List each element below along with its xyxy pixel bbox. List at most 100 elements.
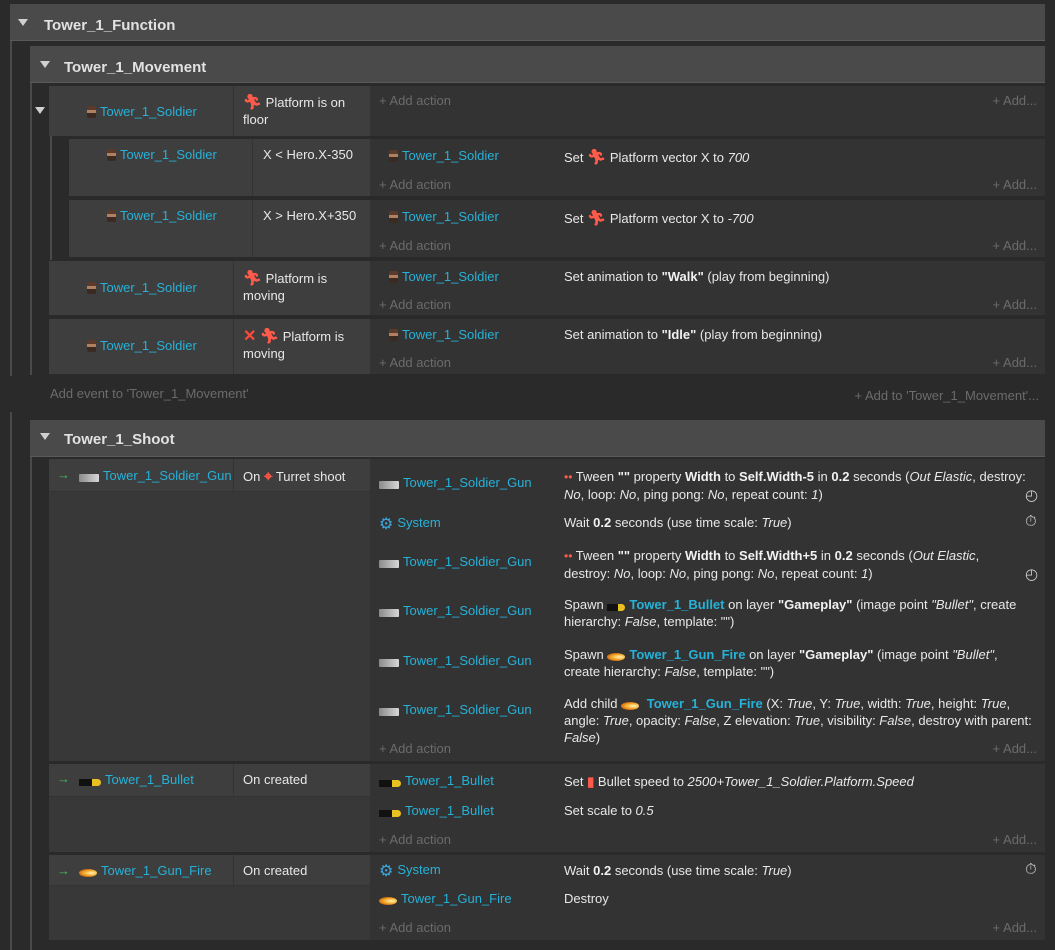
event-row[interactable]: Tower_1_Soldier ✕ 🏃︎ Platform is moving … xyxy=(49,319,1045,374)
column-divider xyxy=(553,459,554,735)
event-row[interactable]: → Tower_1_Gun_Fire On created ⚙ System Wa… xyxy=(49,855,1045,940)
add-action-link[interactable]: + Add action xyxy=(379,177,451,192)
condition-object[interactable]: Tower_1_Soldier xyxy=(87,280,197,295)
group-indent-line xyxy=(10,41,12,376)
add-more-link[interactable]: + Add... xyxy=(993,93,1037,108)
condition-cell[interactable]: On created xyxy=(234,855,370,885)
add-more-link[interactable]: + Add... xyxy=(993,177,1037,192)
condition-text: On ⌖ Turret shoot xyxy=(243,468,346,485)
condition-cell[interactable]: X > Hero.X+350 xyxy=(253,200,370,257)
tween-behavior-icon: •• xyxy=(564,549,573,563)
add-action-link[interactable]: + Add action xyxy=(379,741,451,756)
event-row[interactable]: → Tower_1_Bullet On created Tower_1_Bull… xyxy=(49,764,1045,852)
object-name: Tower_1_Soldier_Gun xyxy=(403,603,532,618)
add-event-link[interactable]: Add event to 'Tower_1_Movement' xyxy=(50,386,249,401)
add-action-link[interactable]: + Add action xyxy=(379,832,451,847)
event-row[interactable]: Tower_1_Soldier X < Hero.X-350 Tower_1_S… xyxy=(69,139,1045,196)
column-divider xyxy=(553,319,554,347)
action-object[interactable]: Tower_1_Soldier_Gun xyxy=(379,702,532,717)
platform-behavior-icon: 🏃︎ xyxy=(243,94,263,111)
collapse-triangle-icon[interactable] xyxy=(18,19,28,26)
object-name: Tower_1_Bullet xyxy=(105,772,194,787)
condition-object[interactable]: Tower_1_Soldier xyxy=(107,147,217,162)
condition-cell[interactable]: On ⌖ Turret shoot xyxy=(234,459,370,491)
event-row[interactable]: → Tower_1_Soldier_Gun On ⌖ Turret shoot … xyxy=(49,459,1045,761)
platform-behavior-icon: 🏃︎ xyxy=(587,210,607,227)
platform-behavior-icon: 🏃︎ xyxy=(243,270,263,287)
action-object[interactable]: Tower_1_Bullet xyxy=(379,773,494,788)
group-indent-line xyxy=(30,83,32,375)
collapse-triangle-icon[interactable] xyxy=(40,61,50,68)
add-more-link[interactable]: + Add... xyxy=(993,238,1037,253)
condition-object-cell[interactable]: → Tower_1_Bullet xyxy=(49,764,233,796)
action-object[interactable]: Tower_1_Soldier_Gun xyxy=(379,475,532,490)
condition-object-cell[interactable]: Tower_1_Soldier xyxy=(49,319,233,374)
platform-behavior-icon: 🏃︎ xyxy=(260,328,280,345)
condition-text: X < Hero.X-350 xyxy=(263,147,353,162)
group-header-movement[interactable]: Tower_1_Movement xyxy=(30,46,1045,83)
action-text: Set 🏃︎ Platform vector X to 700 xyxy=(564,149,750,166)
action-object[interactable]: Tower_1_Bullet xyxy=(379,803,494,818)
group-header-function[interactable]: Tower_1_Function xyxy=(10,4,1045,41)
event-row[interactable]: Tower_1_Soldier X > Hero.X+350 Tower_1_S… xyxy=(69,200,1045,257)
action-object[interactable]: ⚙ System xyxy=(379,861,441,881)
add-more-link[interactable]: + Add... xyxy=(993,741,1037,756)
action-object[interactable]: Tower_1_Gun_Fire xyxy=(379,891,512,906)
action-object[interactable]: Tower_1_Soldier_Gun xyxy=(379,653,532,668)
event-row[interactable]: Tower_1_Soldier 🏃︎ Platform is on floor … xyxy=(49,86,1045,136)
condition-object[interactable]: Tower_1_Gun_Fire xyxy=(79,863,212,878)
condition-object-cell[interactable]: Tower_1_Soldier xyxy=(69,139,252,196)
object-name: Tower_1_Soldier_Gun xyxy=(403,702,532,717)
condition-object[interactable]: Tower_1_Soldier_Gun xyxy=(79,468,232,483)
condition-text: ✕ 🏃︎ Platform is moving xyxy=(243,328,345,361)
condition-cell[interactable]: 🏃︎ Platform is moving xyxy=(234,261,370,315)
condition-object-cell[interactable]: Tower_1_Soldier xyxy=(69,200,252,257)
condition-cell[interactable]: ✕ 🏃︎ Platform is moving xyxy=(234,319,370,374)
add-more-link[interactable]: + Add... xyxy=(993,355,1037,370)
condition-area xyxy=(49,886,370,940)
action-object[interactable]: Tower_1_Soldier xyxy=(389,209,499,224)
condition-cell[interactable]: 🏃︎ Platform is on floor xyxy=(234,86,370,136)
action-object[interactable]: Tower_1_Soldier_Gun xyxy=(379,554,532,569)
object-name: Tower_1_Soldier_Gun xyxy=(403,475,532,490)
collapse-triangle-icon[interactable] xyxy=(35,107,45,114)
collapse-triangle-icon[interactable] xyxy=(40,433,50,440)
condition-object-cell[interactable]: → Tower_1_Soldier_Gun xyxy=(49,459,233,491)
action-text: Set scale to 0.5 xyxy=(564,803,654,818)
condition-object[interactable]: Tower_1_Bullet xyxy=(79,772,194,787)
add-action-link[interactable]: + Add action xyxy=(379,355,451,370)
action-object[interactable]: Tower_1_Soldier_Gun xyxy=(379,603,532,618)
action-text: Wait 0.2 seconds (use time scale: True) xyxy=(564,863,792,878)
group-header-shoot[interactable]: Tower_1_Shoot xyxy=(30,420,1045,457)
condition-object[interactable]: Tower_1_Soldier xyxy=(107,208,217,223)
soldier-icon xyxy=(107,210,116,222)
action-object[interactable]: Tower_1_Soldier xyxy=(389,269,499,284)
turret-behavior-icon: ⌖ xyxy=(263,468,273,485)
action-object[interactable]: ⚙ System xyxy=(379,514,441,534)
add-action-link[interactable]: + Add action xyxy=(379,920,451,935)
condition-object-cell[interactable]: → Tower_1_Gun_Fire xyxy=(49,855,233,885)
group-indent-line xyxy=(10,412,12,950)
condition-object[interactable]: Tower_1_Soldier xyxy=(87,338,197,353)
add-more-link[interactable]: + Add... xyxy=(993,832,1037,847)
condition-object-cell[interactable]: Tower_1_Soldier xyxy=(49,261,233,315)
action-object[interactable]: Tower_1_Soldier xyxy=(389,148,499,163)
condition-object[interactable]: Tower_1_Soldier xyxy=(87,104,197,119)
add-action-link[interactable]: + Add action xyxy=(379,93,451,108)
condition-cell[interactable]: On created xyxy=(234,764,370,796)
condition-object-cell[interactable]: Tower_1_Soldier xyxy=(49,86,233,136)
column-divider xyxy=(553,139,554,169)
action-object[interactable]: Tower_1_Soldier xyxy=(389,327,499,342)
object-name: Tower_1_Soldier_Gun xyxy=(403,653,532,668)
add-to-group-link[interactable]: + Add to 'Tower_1_Movement'... xyxy=(854,388,1039,403)
column-divider xyxy=(553,855,554,913)
condition-cell[interactable]: X < Hero.X-350 xyxy=(253,139,370,196)
group-title: Tower_1_Shoot xyxy=(64,431,175,448)
soldier-icon xyxy=(389,271,398,283)
add-action-link[interactable]: + Add action xyxy=(379,238,451,253)
add-more-link[interactable]: + Add... xyxy=(993,297,1037,312)
add-action-link[interactable]: + Add action xyxy=(379,297,451,312)
event-row[interactable]: Tower_1_Soldier 🏃︎ Platform is moving To… xyxy=(49,261,1045,315)
object-name: System xyxy=(397,862,441,877)
add-more-link[interactable]: + Add... xyxy=(993,920,1037,935)
